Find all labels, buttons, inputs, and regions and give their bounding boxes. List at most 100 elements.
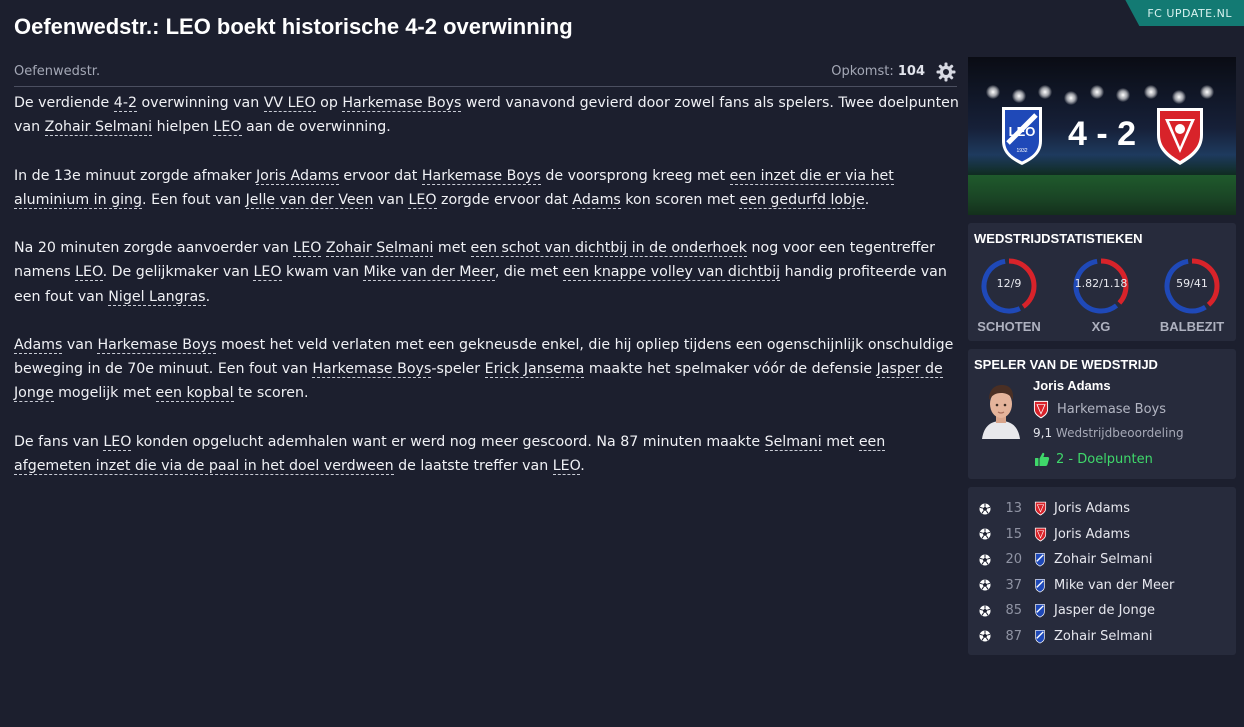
football-icon	[979, 630, 991, 642]
goal-icon-wrap	[978, 605, 992, 617]
article-link[interactable]: Joris Adams	[255, 167, 339, 185]
goal-scorer-name[interactable]: Jasper de Jonge	[1054, 603, 1155, 618]
stat-ring: 59/41	[1163, 257, 1221, 315]
stat-shots: 12/9 SCHOTEN	[971, 257, 1047, 334]
article-text: De verdiende	[14, 95, 114, 111]
article-text: , die met	[494, 264, 563, 281]
article-link[interactable]: Selmani	[764, 433, 822, 451]
article-link[interactable]: Adams	[572, 191, 621, 209]
goal-minute: 15	[1005, 526, 1022, 542]
harkemase-boys-crest-icon	[1034, 501, 1046, 516]
goal-team-crest	[1032, 527, 1048, 542]
motm-club-name: Harkemase Boys	[1057, 402, 1167, 417]
article-text: hielpen	[152, 119, 214, 136]
goal-row[interactable]: 85 Jasper de Jonge	[968, 598, 1236, 624]
attendance-value: 104	[897, 64, 925, 79]
article-text: kon scoren met	[620, 191, 740, 208]
football-icon	[979, 503, 991, 515]
stat-value: 59/41	[1176, 277, 1208, 290]
harkemase-boys-crest-icon	[1157, 108, 1203, 165]
article-link[interactable]: LEO	[253, 264, 282, 282]
article-link[interactable]: een knappe volley van dichtbij	[562, 264, 781, 282]
article-link[interactable]: 4-2	[113, 95, 137, 112]
thumbs-up-icon	[1035, 452, 1050, 466]
goal-minute: 37	[1005, 577, 1022, 593]
article-link[interactable]: een kopbal	[155, 385, 234, 403]
article-text: de voorsprong kreeg met	[540, 167, 730, 184]
article-paragraph: Adams van Harkemase Boys moest het veld …	[14, 333, 959, 406]
motm-title: SPELER VAN DE WEDSTRIJD	[974, 357, 1158, 372]
player-avatar[interactable]	[978, 379, 1024, 439]
away-team-crest[interactable]	[1154, 105, 1206, 171]
goal-row[interactable]: 20 Zohair Selmani	[968, 547, 1236, 573]
article-link[interactable]: Harkemase Boys	[312, 361, 432, 379]
motm-rating-value: 9,1	[1033, 426, 1053, 440]
goal-scorers-panel: 13 Joris Adams 15 Joris Adams 20 Zohair Selma…	[968, 487, 1236, 655]
article-text: .	[205, 288, 211, 305]
article-text: De fans van	[14, 433, 104, 450]
goal-minute: 85	[1005, 603, 1022, 619]
goal-scorer-name[interactable]: Mike van der Meer	[1054, 578, 1174, 593]
article-link[interactable]: Adams	[14, 336, 63, 354]
article-body: De verdiende 4-2 overwinning van VV LEO …	[14, 91, 959, 502]
attendance-group: Opkomst: 104	[831, 61, 957, 83]
goal-row[interactable]: 13 Joris Adams	[968, 496, 1236, 522]
article-link[interactable]: VV LEO	[263, 95, 316, 112]
article-link[interactable]: Mike van der Meer	[363, 264, 495, 282]
match-score-banner[interactable]: LEO 1932 4 - 2	[968, 57, 1236, 215]
goal-icon-wrap	[978, 630, 992, 642]
article-link[interactable]: LEO	[213, 119, 242, 137]
article-paragraph: De fans van LEO konden opgelucht ademhal…	[14, 430, 959, 478]
article-link[interactable]: een gedurfd lobje	[739, 191, 865, 209]
motm-player-name[interactable]: Joris Adams	[1033, 378, 1111, 393]
leo-crest-icon	[1035, 604, 1045, 618]
article-text: met	[433, 240, 471, 257]
stadium-lights	[968, 67, 1236, 107]
article-paragraph: Na 20 minuten zorgde aanvoerder van LEO …	[14, 236, 959, 309]
football-icon	[979, 554, 991, 566]
goal-scorer-name[interactable]: Zohair Selmani	[1054, 552, 1153, 567]
football-icon	[979, 528, 991, 540]
article-text: van	[373, 191, 409, 208]
article-link[interactable]: LEO	[103, 433, 132, 451]
article-text: kwam van	[281, 264, 364, 281]
match-type-label: Oefenwedstr.	[14, 64, 101, 79]
goal-row[interactable]: 87 Zohair Selmani	[968, 624, 1236, 650]
article-link[interactable]: LEO	[552, 457, 581, 475]
goal-scorer-name[interactable]: Joris Adams	[1054, 501, 1130, 516]
article-text: ervoor dat	[338, 167, 422, 184]
attendance-label: Opkomst:	[831, 64, 894, 79]
settings-button[interactable]	[935, 61, 957, 83]
article-link[interactable]: Harkemase Boys	[421, 167, 541, 185]
harkemase-boys-crest-icon	[1034, 527, 1046, 542]
article-link[interactable]: Harkemase Boys	[342, 95, 462, 112]
article-link[interactable]: Harkemase Boys	[97, 336, 217, 354]
article-link[interactable]: Zohair Selmani	[44, 119, 153, 137]
fc-update-badge[interactable]: FC UPDATE.NL	[1125, 0, 1244, 26]
article-meta-bar: Oefenwedstr. Opkomst: 104	[14, 57, 957, 87]
article-link[interactable]: LEO	[293, 240, 322, 258]
article-link[interactable]: Nigel Langras	[108, 288, 206, 306]
motm-club[interactable]: Harkemase Boys	[1033, 400, 1166, 419]
article-text: . Een fout van	[142, 191, 246, 208]
motm-rating: 9,1 Wedstrijdbeoordeling	[1033, 426, 1184, 440]
gear-icon	[936, 62, 956, 81]
article-text: In de 13e minuut zorgde afmaker	[14, 167, 256, 184]
article-link[interactable]: Jelle van der Veen	[245, 191, 374, 209]
leo-crest-icon	[1035, 553, 1045, 567]
motm-goals-text: 2 - Doelpunten	[1056, 451, 1153, 467]
goal-team-crest	[1032, 629, 1048, 644]
goal-scorer-name[interactable]: Zohair Selmani	[1054, 629, 1153, 644]
article-link[interactable]: LEO	[408, 191, 437, 209]
goal-row[interactable]: 15 Joris Adams	[968, 522, 1236, 548]
goal-team-crest	[1032, 603, 1048, 618]
article-link[interactable]: Zohair Selmani	[325, 240, 434, 258]
article-link[interactable]: Erick Jansema	[484, 361, 585, 379]
article-link[interactable]: LEO	[75, 264, 103, 282]
article-text: . De gelijkmaker van	[102, 264, 254, 281]
article-link[interactable]: een schot van dichtbij in de onderhoek	[470, 240, 748, 258]
article-text: Na 20 minuten zorgde aanvoerder van	[14, 240, 294, 257]
goal-row[interactable]: 37 Mike van der Meer	[968, 573, 1236, 599]
goal-scorer-name[interactable]: Joris Adams	[1054, 527, 1130, 542]
article-text: van	[62, 336, 98, 353]
